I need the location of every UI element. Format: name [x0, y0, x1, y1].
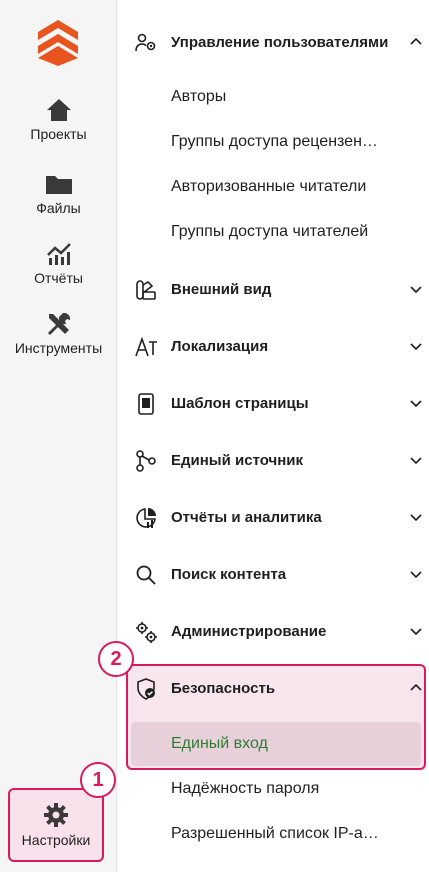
- section-page-template[interactable]: Шаблон страницы: [118, 383, 429, 423]
- folder-icon: [44, 170, 74, 198]
- section-security[interactable]: Безопасность: [118, 668, 429, 708]
- rail-item-settings[interactable]: Настройки: [8, 788, 104, 862]
- menu-item-reader-groups[interactable]: Группы доступа читателей: [171, 223, 411, 241]
- menu-item-password-strength[interactable]: Надёжность пароля: [171, 780, 411, 798]
- search-icon: [136, 565, 156, 585]
- callout-badge-2: 2: [98, 641, 134, 677]
- tools-icon: [44, 310, 74, 338]
- chevron-down-icon: [410, 286, 422, 294]
- chevron-down-icon: [410, 514, 422, 522]
- section-user-management[interactable]: Управление пользователями: [118, 22, 429, 62]
- section-administration[interactable]: Администрирование: [118, 611, 429, 651]
- menu-item-authors[interactable]: Авторы: [171, 88, 411, 106]
- rail-item-label: Отчёты: [34, 270, 83, 286]
- section-label: Управление пользователями: [171, 33, 389, 51]
- menu-item-reviewer-groups[interactable]: Группы доступа рецензен…: [171, 133, 411, 151]
- section-label: Отчёты и аналитика: [171, 508, 322, 526]
- chevron-up-icon: [410, 37, 422, 45]
- rail-item-label: Инструменты: [14, 340, 103, 356]
- rail-item-reports[interactable]: Отчёты: [0, 240, 117, 286]
- section-label: Администрирование: [171, 622, 327, 640]
- menu-item-ip-allowlist[interactable]: Разрешенный список IP-а…: [171, 825, 411, 843]
- gear-icon: [44, 803, 68, 827]
- section-localization[interactable]: Локализация: [118, 326, 429, 366]
- rail-item-label: Файлы: [36, 200, 81, 216]
- menu-item-authorized-readers[interactable]: Авторизованные читатели: [171, 178, 411, 196]
- section-content-search[interactable]: Поиск контента: [118, 554, 429, 594]
- callout-badge-1: 1: [80, 762, 116, 798]
- rail-item-tools[interactable]: Инструменты: [0, 310, 117, 356]
- logo-icon: [38, 20, 78, 66]
- section-single-source[interactable]: Единый источник: [118, 440, 429, 480]
- chevron-down-icon: [410, 343, 422, 351]
- rail-item-files[interactable]: Файлы: [0, 170, 117, 216]
- section-reports-analytics[interactable]: Отчёты и аналитика: [118, 497, 429, 537]
- pie-chart-icon: [136, 508, 156, 528]
- section-appearance[interactable]: Внешний вид: [118, 269, 429, 309]
- chevron-down-icon: [410, 457, 422, 465]
- section-label: Внешний вид: [171, 280, 272, 298]
- chart-icon: [44, 240, 74, 268]
- section-label: Поиск контента: [171, 565, 287, 583]
- gears-icon: [136, 622, 157, 643]
- users-gear-icon: [135, 33, 156, 52]
- page-template-icon: [138, 393, 154, 415]
- section-label: Единый источник: [171, 451, 304, 469]
- home-icon: [44, 96, 74, 124]
- chevron-down-icon: [410, 400, 422, 408]
- menu-item-sso[interactable]: Единый вход: [171, 735, 411, 753]
- left-rail: Проекты Файлы Отчёты Инструменты: [0, 0, 117, 872]
- rail-item-projects[interactable]: Проекты: [0, 96, 117, 142]
- chevron-down-icon: [410, 628, 422, 636]
- section-label: Шаблон страницы: [171, 394, 309, 412]
- chevron-down-icon: [410, 571, 422, 579]
- rail-item-label: Проекты: [30, 126, 87, 142]
- branch-icon: [136, 450, 156, 472]
- shield-check-icon: [137, 678, 155, 700]
- brush-icon: [136, 280, 156, 300]
- section-label: Безопасность: [171, 679, 276, 697]
- section-label: Локализация: [171, 337, 269, 355]
- settings-label: Настройки: [21, 832, 91, 848]
- translate-icon: [135, 336, 157, 357]
- chevron-up-icon: [410, 683, 422, 691]
